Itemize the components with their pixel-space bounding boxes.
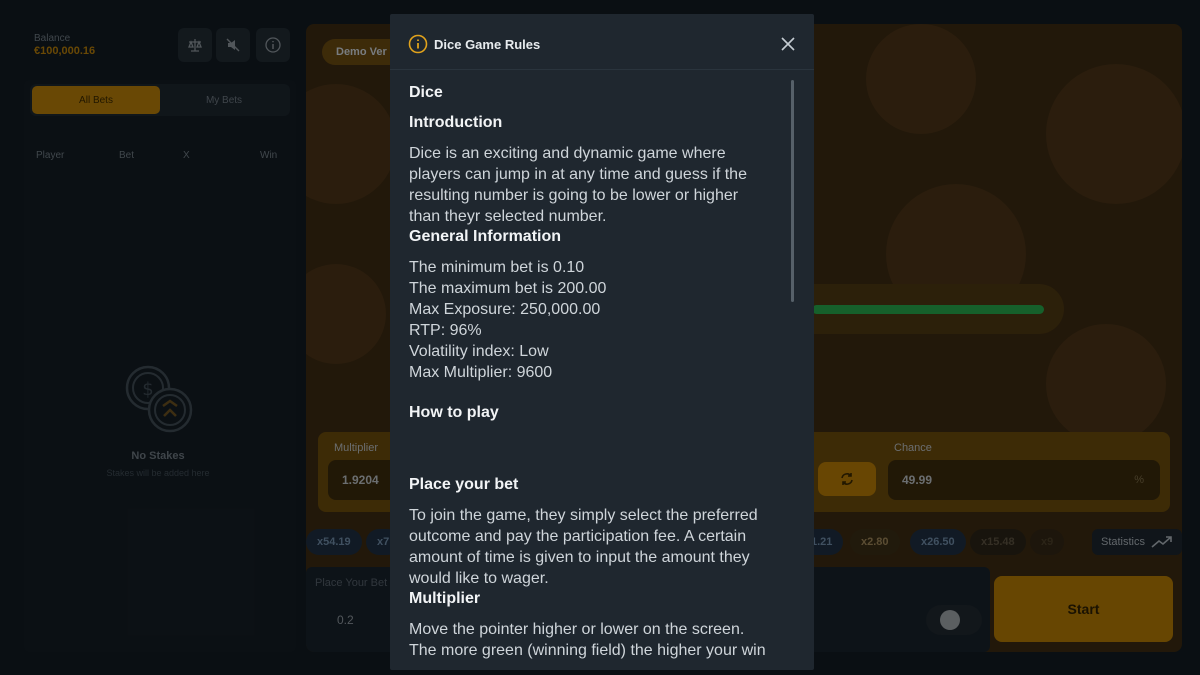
close-icon[interactable] (779, 35, 797, 53)
multiplier-line: The more green (winning field) the highe… (409, 642, 766, 659)
multiplier-paragraph: Move the pointer higher or lower on the … (409, 619, 789, 661)
multiplier-line: Move the pointer higher or lower on the … (409, 621, 745, 638)
rules-content: Dice Introduction Dice is an exciting an… (409, 80, 789, 661)
intro-line: than theyr selected number. (409, 208, 607, 225)
info-line: The minimum bet is 0.10 (409, 259, 585, 276)
general-info-list: The minimum bet is 0.10 The maximum bet … (409, 257, 789, 383)
heading-introduction: Introduction (409, 114, 503, 131)
place-line: outcome and pay the participation fee. A… (409, 528, 747, 545)
intro-line: players can jump in at any time and gues… (409, 166, 747, 183)
info-line: Max Multiplier: 9600 (409, 364, 553, 381)
place-bet-paragraph: To join the game, they simply select the… (409, 505, 789, 589)
intro-line: Dice is an exciting and dynamic game whe… (409, 145, 726, 162)
info-line: Max Exposure: 250,000.00 (409, 301, 601, 318)
modal-scrollbar[interactable] (791, 80, 794, 302)
heading-dice: Dice (409, 84, 443, 101)
info-line: Volatility index: Low (409, 343, 549, 360)
heading-how-to-play: How to play (409, 404, 499, 421)
app-root: Balance €100,000.16 All Bets My Bets Pla… (0, 0, 1200, 675)
modal-header: Dice Game Rules (390, 14, 814, 70)
info-line: RTP: 96% (409, 322, 482, 339)
info-icon (408, 34, 428, 54)
intro-line: resulting number is going to be lower or… (409, 187, 739, 204)
heading-multiplier: Multiplier (409, 590, 481, 607)
heading-general-information: General Information (409, 228, 562, 245)
modal-title: Dice Game Rules (434, 37, 541, 52)
place-line: amount of time is given to input the amo… (409, 549, 750, 566)
place-line: would like to wager. (409, 570, 549, 587)
info-line: The maximum bet is 200.00 (409, 280, 607, 297)
heading-place-your-bet: Place your bet (409, 476, 519, 493)
intro-paragraph: Dice is an exciting and dynamic game whe… (409, 143, 789, 227)
rules-modal: Dice Game Rules Dice Introduction Dice i… (390, 14, 814, 670)
place-line: To join the game, they simply select the… (409, 507, 758, 524)
